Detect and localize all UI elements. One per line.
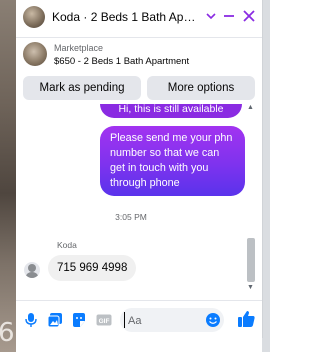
chevron-down-icon[interactable]	[204, 9, 218, 23]
outgoing-message-bubble: Please send me your phn number so that w…	[100, 126, 245, 196]
incoming-message-bubble: 715 969 4998	[48, 255, 137, 281]
outgoing-message-bubble: Hi, this is still available	[100, 104, 242, 118]
sender-avatar-icon	[24, 262, 40, 278]
contact-avatar[interactable]	[23, 6, 45, 28]
minimize-icon[interactable]	[222, 9, 236, 23]
chat-window: Koda · 2 Beds 1 Bath Apart... Marketplac…	[16, 0, 263, 338]
scroll-down-arrow-icon[interactable]: ▼	[247, 284, 254, 291]
close-icon[interactable]	[242, 9, 256, 23]
message-input-box[interactable]	[120, 308, 224, 332]
message-input[interactable]	[126, 310, 204, 332]
message-composer: GIF	[16, 300, 262, 339]
page-scroll-edge	[262, 0, 270, 352]
listing-title[interactable]: $650 - 2 Beds 1 Bath Apartment	[54, 56, 189, 67]
scrollbar-thumb[interactable]	[247, 238, 255, 282]
text-cursor	[124, 312, 125, 328]
microphone-icon[interactable]	[23, 312, 39, 328]
gif-icon[interactable]: GIF	[96, 312, 112, 328]
marketplace-listing[interactable]: Marketplace $650 - 2 Beds 1 Bath Apartme…	[16, 38, 262, 72]
background-page-glyph: 6	[0, 318, 15, 348]
like-icon[interactable]	[236, 309, 256, 329]
chat-header[interactable]: Koda · 2 Beds 1 Bath Apart...	[16, 0, 262, 38]
background-page: 6	[0, 0, 16, 352]
message-scrollbar[interactable]: ▲ ▼	[245, 104, 257, 296]
scroll-up-arrow-icon[interactable]: ▲	[247, 104, 254, 111]
gif-label: GIF	[99, 318, 110, 325]
photo-icon[interactable]	[47, 312, 63, 328]
message-timestamp: 3:05 PM	[115, 212, 147, 222]
sticker-icon[interactable]	[71, 312, 87, 328]
emoji-icon[interactable]	[205, 312, 221, 328]
marketplace-label: Marketplace	[54, 43, 104, 53]
sender-name: Koda	[57, 240, 77, 250]
mark-as-pending-button[interactable]: Mark as pending	[23, 76, 141, 100]
message-list[interactable]: Hi, this is still available Please send …	[16, 104, 262, 298]
chat-title[interactable]: Koda · 2 Beds 1 Bath Apart...	[52, 10, 200, 24]
listing-thumbnail[interactable]	[23, 42, 47, 66]
more-options-button[interactable]: More options	[147, 76, 255, 100]
